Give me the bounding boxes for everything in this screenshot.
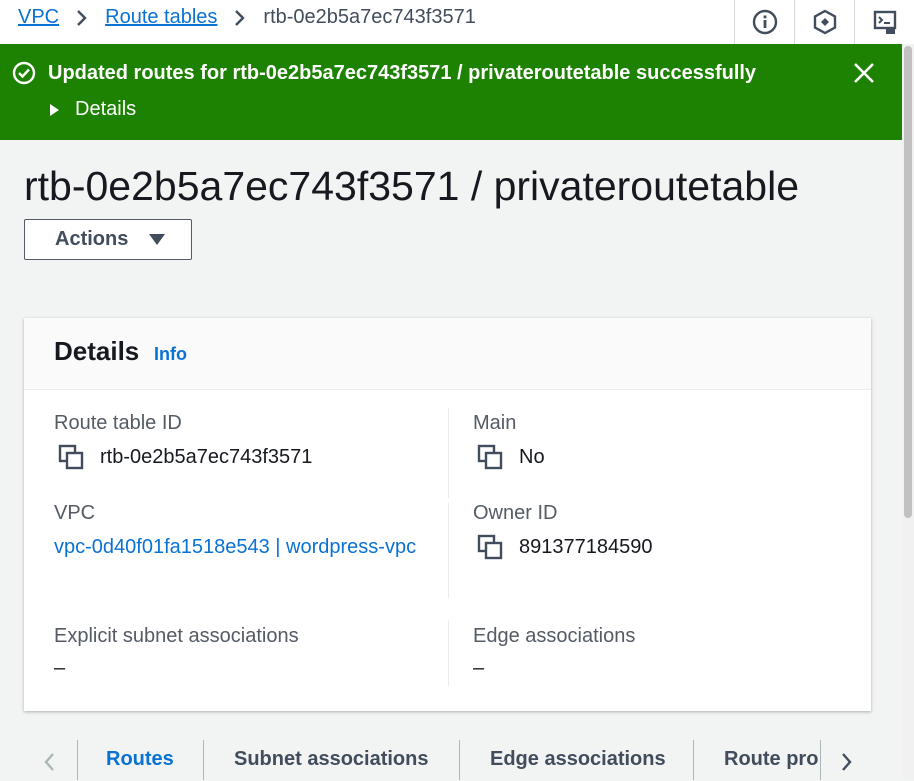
breadcrumb: VPC Route tables rtb-0e2b5a7ec743f3571 [18, 6, 476, 29]
scrollbar-thumb[interactable] [904, 46, 912, 518]
copy-icon[interactable] [58, 444, 84, 470]
owner-id-value: 891377184590 [477, 534, 652, 560]
actions-dropdown-button[interactable]: Actions [24, 219, 192, 260]
top-icon-group [734, 0, 914, 44]
vpc-link[interactable]: vpc-0d40f01fa1518e543 | wordpress-vpc [54, 531, 424, 564]
copy-icon[interactable] [477, 534, 503, 560]
main-label: Main [473, 412, 517, 434]
explicit-subnet-associations-value: – [54, 657, 66, 679]
cloudshell-icon[interactable] [854, 0, 914, 44]
route-table-id-label: Route table ID [54, 412, 182, 434]
flash-message: Updated routes for rtb-0e2b5a7ec743f3571… [48, 62, 757, 84]
owner-id-text: 891377184590 [519, 535, 653, 558]
tab-routes[interactable]: Routes [106, 748, 174, 771]
edge-associations-value: – [473, 657, 485, 679]
success-check-icon [12, 61, 36, 85]
tab-edge-associations[interactable]: Edge associations [490, 748, 666, 771]
explicit-subnet-associations-label: Explicit subnet associations [54, 625, 299, 647]
flash-details-toggle[interactable]: Details [50, 98, 136, 121]
flash-details-label: Details [75, 98, 137, 120]
top-navigation-bar: VPC Route tables rtb-0e2b5a7ec743f3571 [0, 0, 914, 44]
tab-divider [77, 740, 78, 780]
breadcrumb-current: rtb-0e2b5a7ec743f3571 [263, 6, 476, 28]
chevron-right-icon[interactable] [832, 748, 860, 776]
caret-down-icon [149, 234, 166, 245]
chevron-right-icon [75, 8, 89, 28]
details-title: Details [54, 336, 140, 366]
success-flash-banner: Updated routes for rtb-0e2b5a7ec743f3571… [0, 44, 902, 140]
details-container: Details Info Route table ID rtb-0e2b5a7e… [24, 318, 871, 711]
tab-divider [820, 740, 821, 780]
breadcrumb-vpc[interactable]: VPC [18, 6, 59, 29]
tab-divider [459, 740, 460, 780]
copy-icon[interactable] [477, 444, 503, 470]
column-divider [448, 408, 449, 498]
route-table-id-text: rtb-0e2b5a7ec743f3571 [100, 445, 313, 468]
page-title: rtb-0e2b5a7ec743f3571 / privateroutetabl… [24, 163, 800, 209]
tab-divider [203, 740, 204, 780]
route-table-id-value: rtb-0e2b5a7ec743f3571 [58, 444, 312, 470]
actions-label: Actions [55, 228, 129, 250]
column-divider [448, 620, 449, 686]
tab-divider [693, 740, 694, 780]
owner-id-label: Owner ID [473, 502, 558, 524]
edge-associations-label: Edge associations [473, 625, 636, 647]
caret-right-icon [50, 103, 59, 116]
tab-subnet-associations[interactable]: Subnet associations [234, 748, 429, 771]
chevron-left-icon[interactable] [36, 748, 64, 776]
settings-hex-icon[interactable] [794, 0, 854, 44]
vpc-label: VPC [54, 502, 96, 524]
info-link[interactable]: Info [154, 344, 187, 365]
tab-route-propagation[interactable]: Route pro [724, 748, 818, 771]
column-divider [448, 503, 449, 598]
details-header: Details Info [24, 318, 871, 390]
breadcrumb-route-tables[interactable]: Route tables [105, 6, 217, 29]
close-icon[interactable] [851, 60, 877, 86]
info-icon[interactable] [734, 0, 794, 44]
chevron-right-icon [233, 8, 247, 28]
tab-bar: Routes Subnet associations Edge associat… [0, 740, 902, 780]
main-value: No [477, 444, 545, 470]
main-text: No [519, 445, 545, 468]
